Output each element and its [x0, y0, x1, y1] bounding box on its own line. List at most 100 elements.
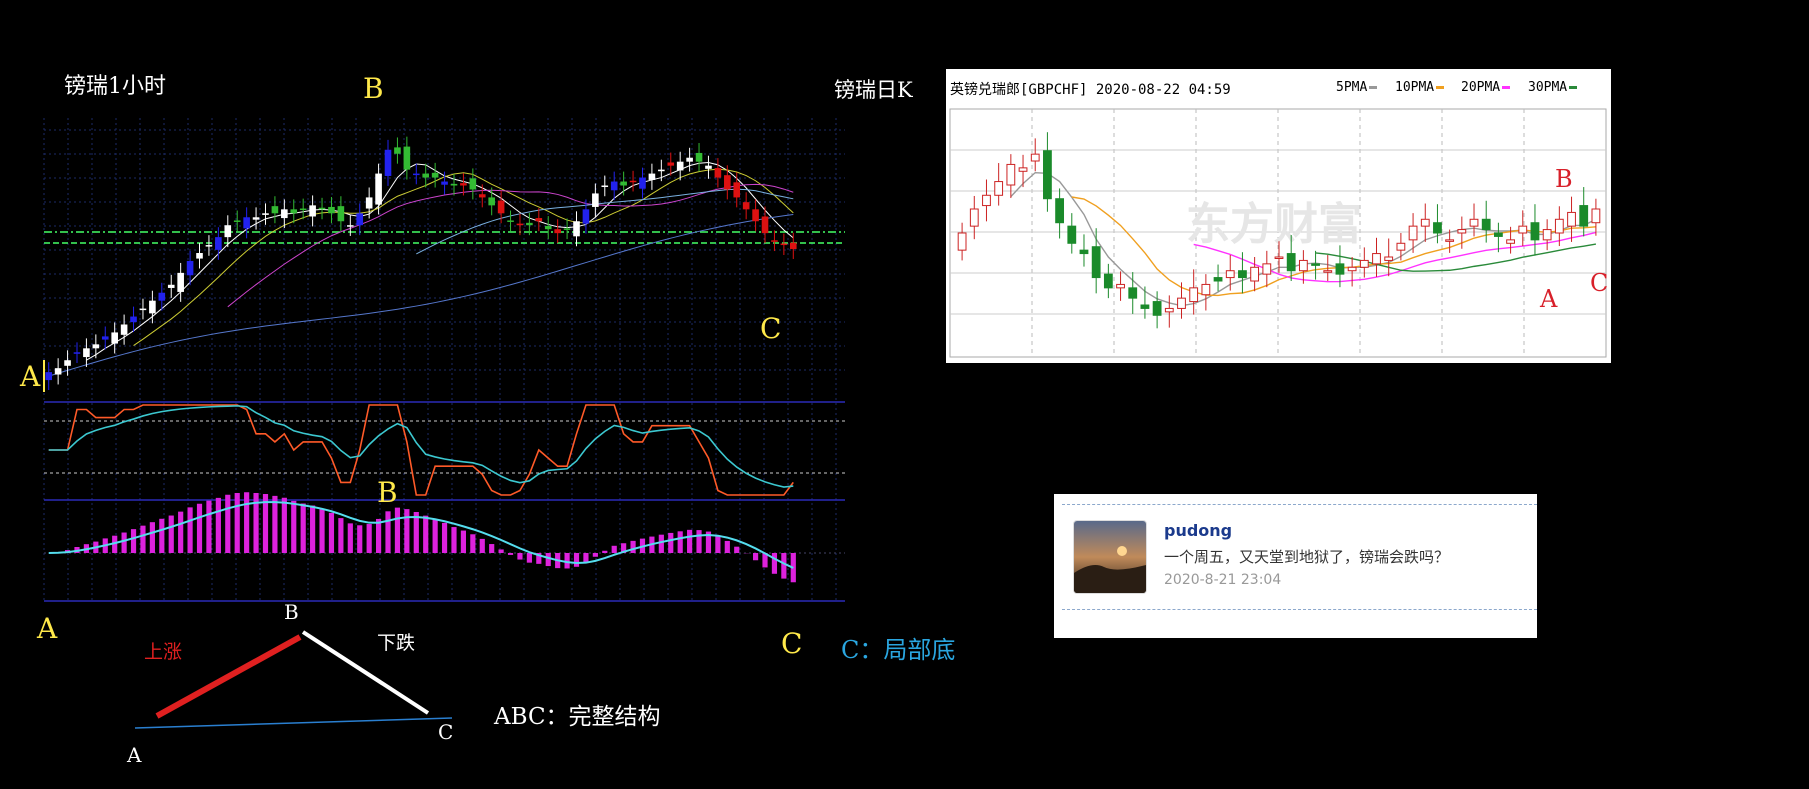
- candle-body: [281, 209, 288, 219]
- candle-body: [742, 202, 750, 210]
- candle-body: [497, 200, 505, 214]
- candle-body: [761, 216, 769, 234]
- daily-candle-body: [1262, 263, 1272, 275]
- daily-candle-body: [1359, 259, 1369, 268]
- osc-fast-line: [48, 404, 794, 496]
- wave-a-label-bottom: A: [37, 612, 58, 645]
- wave-a-label-left: A: [20, 360, 41, 393]
- comment-card: pudong 一个周五，又天堂到地狱了，镑瑞会跌吗？ 2020-8-21 23:…: [1054, 494, 1537, 638]
- candle-body: [460, 183, 467, 186]
- candle-body: [158, 292, 166, 301]
- daily-chart-title: 镑瑞日K: [834, 78, 913, 102]
- candle-body: [271, 206, 279, 214]
- daily-candle-body: [1006, 163, 1016, 186]
- diagram-b-label: B: [284, 600, 299, 624]
- osc-slow-line: [48, 405, 794, 488]
- daily-candle-body: [1018, 167, 1028, 172]
- daily-candle-body: [1396, 242, 1406, 251]
- daily-candle-body: [1469, 218, 1479, 227]
- candle-body: [535, 218, 543, 222]
- daily-candle-body: [957, 232, 967, 251]
- candle-body: [177, 272, 184, 292]
- candle-body: [695, 152, 703, 162]
- daily-candle-body: [1384, 256, 1394, 261]
- candle-body: [544, 226, 552, 230]
- daily-candle-body: [1238, 270, 1247, 279]
- candle-body: [186, 260, 194, 276]
- candle-body: [83, 348, 90, 358]
- candle-body: [450, 183, 458, 186]
- candle-body: [73, 352, 81, 354]
- daily-mark-b: B: [1555, 165, 1573, 193]
- candle-body: [789, 242, 797, 250]
- candle-body: [412, 173, 420, 176]
- candle-body: [167, 284, 175, 288]
- daily-watermark: 东方财富: [1186, 199, 1362, 250]
- candle-body: [676, 161, 684, 171]
- comment-divider-top: [1062, 504, 1537, 505]
- candle-body: [262, 213, 269, 215]
- daily-candle-body: [1079, 249, 1089, 255]
- candle-body: [658, 169, 665, 172]
- candle-body: [592, 193, 599, 207]
- daily-candle-body: [1445, 239, 1455, 242]
- abc-structure-label: ABC：完整结构: [494, 704, 661, 730]
- candle-body: [563, 228, 571, 230]
- daily-candle-body: [1250, 266, 1260, 282]
- candle-body: [639, 177, 646, 189]
- daily-chart-panel: 英镑兑瑞郎[GBPCHF] 2020-08-22 04:59 5PMA 10PM…: [946, 69, 1611, 363]
- daily-candle-body: [1518, 225, 1528, 234]
- daily-candle-body: [969, 208, 979, 227]
- daily-candle-body: [1164, 307, 1174, 313]
- candle-body: [705, 165, 712, 169]
- daily-candle-body: [994, 181, 1004, 196]
- daily-candle-body: [1067, 225, 1077, 244]
- comment-text: 一个周五，又天堂到地狱了，镑瑞会跌吗？: [1164, 548, 1450, 566]
- candle-body: [478, 194, 486, 198]
- candle-body: [573, 221, 580, 237]
- candle-body: [299, 208, 307, 211]
- candle-body: [224, 225, 232, 238]
- daily-candle-body: [1030, 153, 1040, 162]
- daily-candle-body: [1433, 222, 1442, 234]
- candle-body: [149, 300, 156, 314]
- candle-body: [290, 209, 298, 214]
- comment-username[interactable]: pudong: [1164, 521, 1232, 540]
- candle-body: [205, 245, 213, 247]
- daily-candle-body: [1567, 211, 1576, 227]
- candle-body: [601, 185, 609, 188]
- candle-body: [554, 229, 561, 234]
- candle-body: [64, 360, 71, 366]
- candle-body: [337, 206, 345, 222]
- candle-body: [582, 209, 590, 224]
- daily-candle-body: [1554, 218, 1564, 234]
- wave-c-label-bottom: C: [781, 627, 803, 660]
- rise-label: 上涨: [144, 641, 183, 663]
- candle-body: [252, 217, 260, 220]
- user-avatar[interactable]: [1073, 520, 1147, 594]
- daily-candle-body: [1116, 283, 1125, 289]
- candle-body: [752, 209, 759, 222]
- daily-candle-body: [1152, 301, 1162, 316]
- daily-candle-body: [1286, 253, 1296, 272]
- candle-body: [403, 146, 411, 170]
- fall-label: 下跌: [377, 632, 416, 654]
- daily-candle-body: [1372, 253, 1381, 265]
- candle-body: [356, 213, 364, 226]
- candle-body: [45, 372, 53, 381]
- daily-candle-body: [1043, 150, 1052, 200]
- candle-body: [54, 368, 62, 375]
- candle-body: [667, 162, 675, 166]
- candle-body: [469, 178, 477, 190]
- hourly-chart: [43, 118, 845, 729]
- candle-body: [488, 197, 495, 206]
- candle-body: [318, 207, 326, 210]
- candle-body: [526, 222, 533, 226]
- candle-body: [629, 180, 637, 183]
- daily-candle-body: [1579, 205, 1589, 227]
- daily-candle-body: [1103, 273, 1113, 289]
- avatar-photo: [1074, 521, 1146, 593]
- daily-candle-body: [1457, 229, 1467, 234]
- candle-body: [130, 316, 137, 323]
- candle-body: [196, 253, 203, 259]
